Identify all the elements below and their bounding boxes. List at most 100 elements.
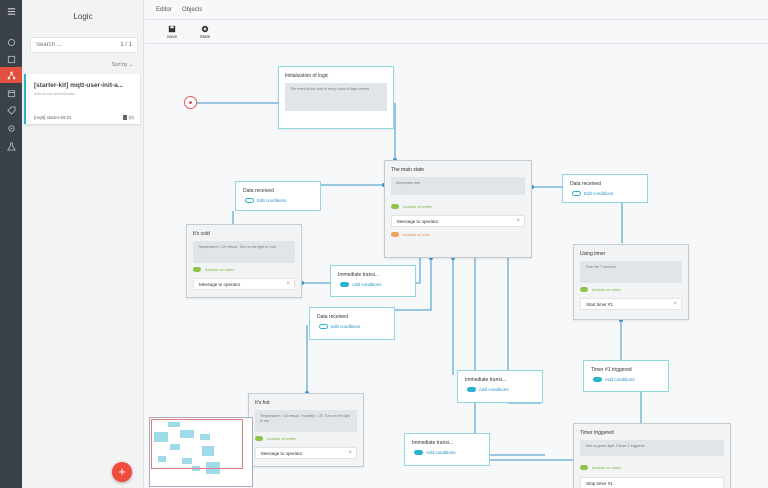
- enter-pill-icon: [193, 267, 201, 272]
- cold-state-desc: Temperature < 15 celsius. Turn on the li…: [193, 241, 295, 263]
- conditions-pill-icon: [593, 377, 602, 382]
- save-icon: [168, 25, 176, 33]
- timer-state-desc: Timer for 7 seconds: [580, 261, 682, 283]
- hot-state-node[interactable]: It's hot Temperature > 30 celsius. Humid…: [248, 393, 364, 467]
- add-logic-button[interactable]: +: [112, 462, 132, 482]
- timer-state-title: Using timer: [580, 251, 606, 257]
- editor-tabs: Editor Objects: [145, 0, 768, 20]
- conditions-pill-icon: [467, 387, 476, 392]
- save-button[interactable]: Save: [161, 25, 183, 39]
- document-icon: [122, 115, 127, 120]
- save-label: Save: [166, 34, 178, 39]
- logic-list-item[interactable]: [starter-kit] mqtt-user-init-a... write …: [24, 74, 140, 124]
- wire-main-imm3: [474, 258, 573, 461]
- edit-conditions-link[interactable]: Edit conditions: [572, 191, 613, 196]
- close-icon[interactable]: ×: [673, 301, 677, 307]
- logic-item-count-value: (0): [128, 115, 135, 120]
- add-conditions-link[interactable]: Add conditions: [593, 377, 635, 382]
- minimap-viewport[interactable]: [151, 419, 243, 469]
- transition-immediate-1[interactable]: Immediate transi... Add conditions: [330, 265, 416, 297]
- timer-state-node[interactable]: Using timer Timer for 7 seconds Actions …: [573, 244, 689, 320]
- state-label: State: [199, 34, 211, 39]
- enter-pill-icon: [255, 436, 263, 441]
- conditions-pill-icon: [572, 191, 581, 196]
- transition-timer-triggered[interactable]: Timer #1 triggered Add conditions: [583, 360, 669, 392]
- start-node[interactable]: [184, 96, 197, 109]
- init-node-title: Initialization of logic: [285, 73, 329, 79]
- logic-item-title: [starter-kit] mqtt-user-init-a...: [34, 82, 124, 89]
- conditions-pill-icon: [414, 450, 423, 455]
- main-state-enter-row[interactable]: Actions on enter: [391, 204, 432, 209]
- hot-state-desc: Temperature > 30 celsius. Humidity > 20.…: [255, 410, 357, 432]
- close-icon[interactable]: ×: [286, 281, 290, 287]
- puzzle-icon[interactable]: [0, 120, 22, 136]
- hot-state-action[interactable]: Message to operator ×: [255, 447, 357, 459]
- search-input[interactable]: [36, 42, 104, 48]
- logic-panel: Logic 1 / 1 Sort by ⌄ [starter-kit] mqtt…: [22, 0, 144, 488]
- init-node-desc: The event at the start of every chain of…: [285, 83, 387, 111]
- calendar-icon[interactable]: [0, 85, 22, 101]
- sort-dropdown[interactable]: Sort by ⌄: [112, 62, 133, 68]
- main-state-action[interactable]: Message to operator ×: [391, 215, 525, 227]
- close-icon[interactable]: ×: [348, 450, 352, 456]
- logic-item-count: (0): [122, 115, 135, 120]
- enter-pill-icon: [391, 204, 399, 209]
- logic-item-subtitle: write device authentication: [34, 92, 76, 96]
- init-node[interactable]: Initialization of logic The event at the…: [278, 66, 394, 129]
- transition-immediate-2[interactable]: Immediate transi... Add conditions: [457, 370, 543, 403]
- edit-conditions-link[interactable]: Edit conditions: [245, 198, 286, 203]
- minimap[interactable]: [149, 417, 253, 487]
- cold-state-title: It's cold: [193, 231, 210, 237]
- flask-icon[interactable]: [0, 138, 22, 154]
- add-conditions-link[interactable]: Add conditions: [340, 282, 382, 287]
- timer-triggered-node[interactable]: Timer triggered Turn on green light. If …: [573, 423, 731, 488]
- timer-triggered-enter-row[interactable]: Actions on enter: [580, 465, 621, 470]
- tab-editor[interactable]: Editor: [156, 7, 172, 13]
- timer-triggered-title: Timer triggered: [580, 430, 614, 436]
- add-conditions-link[interactable]: Add conditions: [414, 450, 456, 455]
- conditions-pill-icon: [245, 198, 254, 203]
- tab-objects[interactable]: Objects: [182, 7, 202, 13]
- add-conditions-link[interactable]: Add conditions: [467, 387, 509, 392]
- main-state-node[interactable]: The main state Description text Actions …: [384, 160, 532, 258]
- cold-state-action[interactable]: Message to operator ×: [193, 278, 295, 290]
- menu-icon[interactable]: [0, 3, 22, 19]
- logic-item-device: [mqtt] starter-kit-01: [34, 115, 72, 120]
- transition-immediate-3[interactable]: Immediate transi... Add conditions: [404, 433, 490, 466]
- search-box: 1 / 1: [30, 37, 138, 53]
- enter-pill-icon: [580, 287, 588, 292]
- logic-icon[interactable]: [0, 67, 22, 83]
- exit-pill-icon: [391, 232, 399, 237]
- state-button[interactable]: State: [194, 25, 216, 39]
- main-state-exit-row[interactable]: Actions on exit: [391, 232, 429, 237]
- panel-title: Logic: [73, 12, 93, 21]
- palette-icon[interactable]: [0, 34, 22, 50]
- timer-state-enter-row[interactable]: Actions on enter: [580, 287, 621, 292]
- conditions-pill-icon: [340, 282, 349, 287]
- close-icon[interactable]: ×: [516, 218, 520, 224]
- conditions-pill-icon: [319, 324, 328, 329]
- enter-pill-icon: [580, 465, 588, 470]
- transition-data-received-right[interactable]: Data received Edit conditions: [562, 174, 648, 203]
- hot-state-title: It's hot: [255, 400, 270, 406]
- list-icon[interactable]: [0, 51, 22, 67]
- hot-state-enter-row[interactable]: Actions on enter: [255, 436, 296, 441]
- transition-data-received-mid[interactable]: Data received Edit conditions: [309, 307, 395, 340]
- transition-data-received-left[interactable]: Data received Edit conditions: [235, 181, 321, 211]
- logic-canvas[interactable]: Initialization of logic The event at the…: [145, 45, 768, 488]
- timer-state-action[interactable]: Start timer #1 ×: [580, 298, 682, 310]
- icon-rail: [0, 0, 22, 488]
- sort-label: Sort by: [111, 62, 128, 68]
- search-count: 1 / 1: [120, 42, 132, 48]
- toolbar: Save State: [145, 20, 768, 44]
- main-state-title: The main state: [391, 167, 425, 173]
- cold-state-node[interactable]: It's cold Temperature < 15 celsius. Turn…: [186, 224, 302, 298]
- cold-state-enter-row[interactable]: Actions on enter: [193, 267, 234, 272]
- add-state-icon: [201, 25, 209, 33]
- chevron-down-icon: ⌄: [128, 62, 133, 68]
- timer-triggered-action[interactable]: Stop timer #1: [580, 477, 724, 488]
- tag-icon[interactable]: [0, 102, 22, 118]
- timer-triggered-desc: Turn on green light. If timer 1 triggere…: [580, 440, 724, 456]
- main-state-desc: Description text: [391, 177, 525, 195]
- edit-conditions-link[interactable]: Edit conditions: [319, 324, 360, 329]
